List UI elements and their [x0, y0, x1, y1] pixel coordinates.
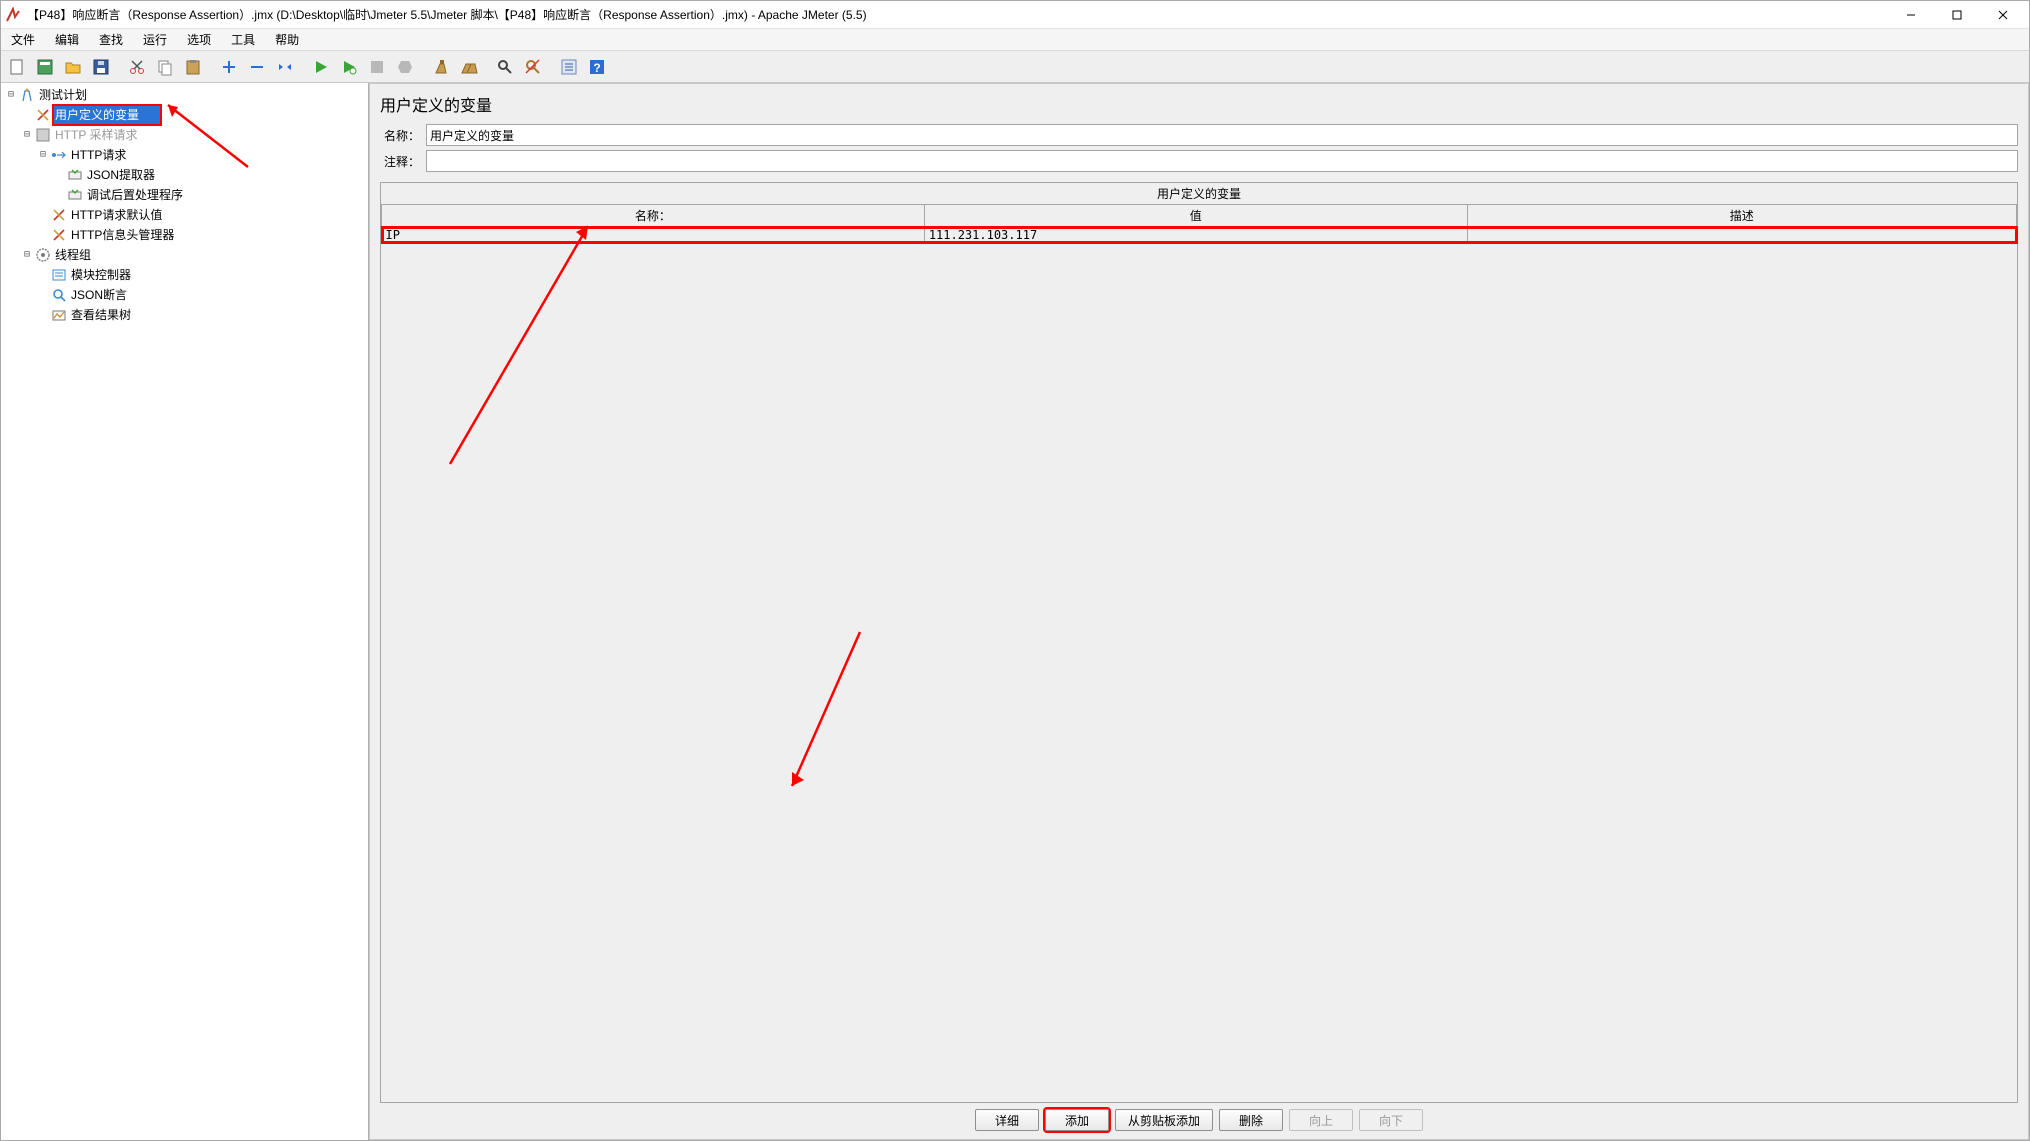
- comment-input[interactable]: [426, 150, 2018, 172]
- json-assertion-icon: [51, 287, 67, 303]
- variables-section-title: 用户定义的变量: [380, 182, 2018, 204]
- tree-view-results[interactable]: 查看结果树: [69, 305, 133, 325]
- view-results-icon: [51, 307, 67, 323]
- jmeter-logo-icon: [5, 7, 21, 23]
- titlebar: 【P48】响应断言（Response Assertion）.jmx (D:\De…: [1, 1, 2029, 29]
- open-button[interactable]: [60, 54, 86, 80]
- tree-thread-group[interactable]: 线程组: [53, 245, 93, 265]
- variables-table[interactable]: 名称： 值 描述 IP 111.231.103.117: [380, 204, 2018, 1103]
- stop-button[interactable]: [364, 54, 390, 80]
- name-label: 名称：: [380, 127, 420, 144]
- tree-http-header-mgr[interactable]: HTTP信息头管理器: [69, 225, 176, 245]
- menu-run[interactable]: 运行: [133, 29, 177, 50]
- shutdown-button[interactable]: [392, 54, 418, 80]
- thread-group-icon: [35, 247, 51, 263]
- tree-test-plan[interactable]: 测试计划: [37, 85, 89, 105]
- save-button[interactable]: [88, 54, 114, 80]
- tree-http-sampler[interactable]: HTTP 采样请求: [53, 125, 139, 145]
- tree-toggle[interactable]: [21, 126, 33, 144]
- window-title: 【P48】响应断言（Response Assertion）.jmx (D:\De…: [27, 6, 1889, 23]
- tree-http-request[interactable]: HTTP请求: [69, 145, 128, 165]
- http-sampler-icon: [35, 127, 51, 143]
- down-button[interactable]: 向下: [1359, 1109, 1423, 1131]
- col-value[interactable]: 值: [924, 205, 1467, 227]
- add-button[interactable]: 添加: [1045, 1109, 1109, 1131]
- expand-button[interactable]: [216, 54, 242, 80]
- new-button[interactable]: [4, 54, 30, 80]
- test-plan-icon: [19, 87, 35, 103]
- tree-module-controller[interactable]: 模块控制器: [69, 265, 133, 285]
- postprocessor-icon: [67, 187, 83, 203]
- user-vars-icon: [35, 107, 51, 123]
- delete-button[interactable]: 删除: [1219, 1109, 1283, 1131]
- menu-help[interactable]: 帮助: [265, 29, 309, 50]
- tree-json-assertion[interactable]: JSON断言: [69, 285, 129, 305]
- module-controller-icon: [51, 267, 67, 283]
- menu-edit[interactable]: 编辑: [45, 29, 89, 50]
- detail-button[interactable]: 详细: [975, 1109, 1039, 1131]
- paste-button[interactable]: [180, 54, 206, 80]
- reset-search-button[interactable]: [520, 54, 546, 80]
- start-no-timers-button[interactable]: [336, 54, 362, 80]
- maximize-button[interactable]: [1935, 2, 1979, 28]
- json-extractor-icon: [67, 167, 83, 183]
- menu-tools[interactable]: 工具: [221, 29, 265, 50]
- tree-user-vars[interactable]: 用户定义的变量: [53, 105, 161, 125]
- help-button[interactable]: ?: [584, 54, 610, 80]
- function-helper-button[interactable]: [556, 54, 582, 80]
- panel-title: 用户定义的变量: [370, 84, 2028, 122]
- tree-postprocessor[interactable]: 调试后置处理程序: [85, 185, 185, 205]
- tree-json-extractor[interactable]: JSON提取器: [85, 165, 157, 185]
- clear-all-button[interactable]: [456, 54, 482, 80]
- close-button[interactable]: [1981, 2, 2025, 28]
- tree-toggle[interactable]: [37, 146, 49, 164]
- tree-toggle[interactable]: [5, 86, 17, 104]
- cut-button[interactable]: [124, 54, 150, 80]
- menu-search[interactable]: 查找: [89, 29, 133, 50]
- menu-file[interactable]: 文件: [1, 29, 45, 50]
- search-button[interactable]: [492, 54, 518, 80]
- copy-button[interactable]: [152, 54, 178, 80]
- templates-button[interactable]: [32, 54, 58, 80]
- table-button-row: 详细 添加 从剪贴板添加 删除 向上 向下: [370, 1103, 2028, 1139]
- name-input[interactable]: [426, 124, 2018, 146]
- comment-label: 注释：: [380, 153, 420, 170]
- toggle-button[interactable]: [272, 54, 298, 80]
- http-request-icon: [51, 147, 67, 163]
- tree-toggle[interactable]: [21, 246, 33, 264]
- tree-pane[interactable]: 测试计划 用户定义的变量 HTTP 采样请求: [1, 83, 369, 1140]
- collapse-button[interactable]: [244, 54, 270, 80]
- cell-name[interactable]: IP: [382, 227, 925, 244]
- svg-text:?: ?: [593, 61, 600, 75]
- toolbar: ?: [1, 51, 2029, 83]
- col-name[interactable]: 名称：: [382, 205, 925, 227]
- minimize-button[interactable]: [1889, 2, 1933, 28]
- start-button[interactable]: [308, 54, 334, 80]
- clear-button[interactable]: [428, 54, 454, 80]
- cell-value[interactable]: 111.231.103.117: [924, 227, 1467, 244]
- col-desc[interactable]: 描述: [1467, 205, 2016, 227]
- menu-options[interactable]: 选项: [177, 29, 221, 50]
- add-from-clipboard-button[interactable]: 从剪贴板添加: [1115, 1109, 1213, 1131]
- menu-bar: 文件 编辑 查找 运行 选项 工具 帮助: [1, 29, 2029, 51]
- http-header-mgr-icon: [51, 227, 67, 243]
- tree-http-defaults[interactable]: HTTP请求默认值: [69, 205, 164, 225]
- http-defaults-icon: [51, 207, 67, 223]
- table-row[interactable]: IP 111.231.103.117: [382, 227, 2017, 244]
- properties-panel: 用户定义的变量 名称： 注释： 用户定义的变量 名称： 值 描述: [369, 83, 2029, 1140]
- up-button[interactable]: 向上: [1289, 1109, 1353, 1131]
- cell-desc[interactable]: [1467, 227, 2016, 244]
